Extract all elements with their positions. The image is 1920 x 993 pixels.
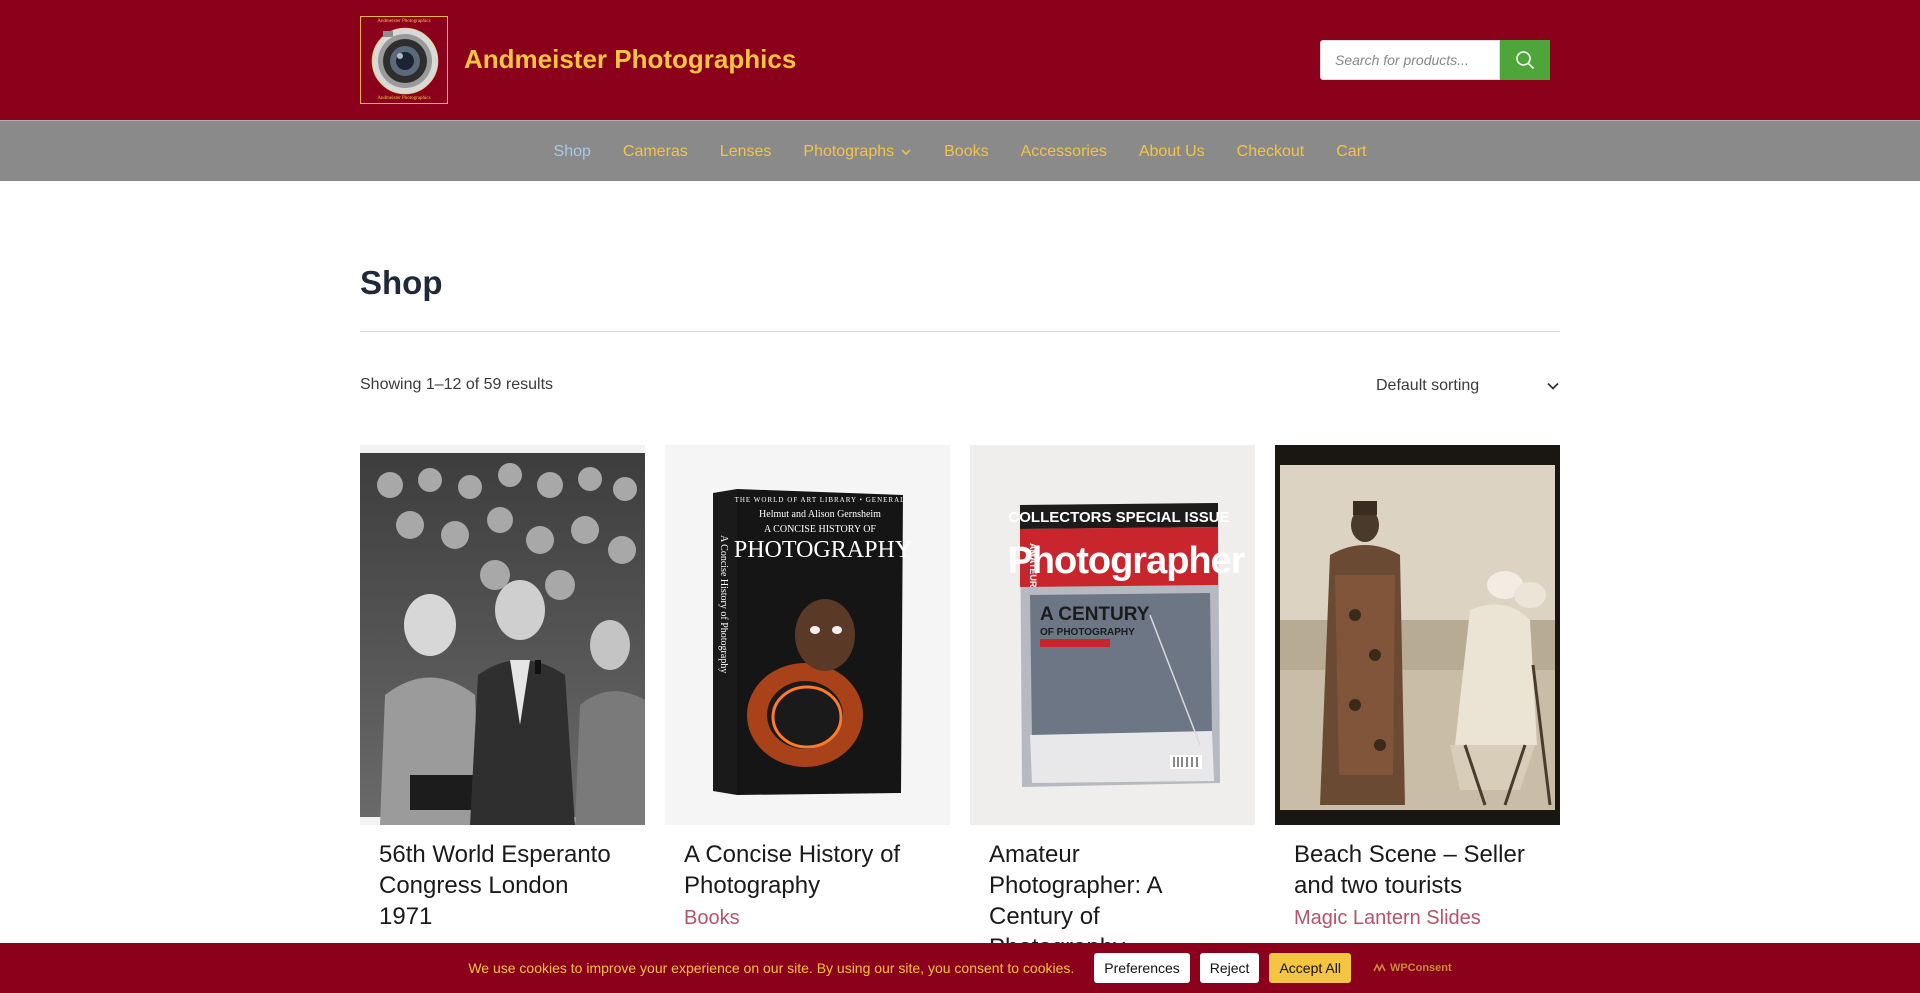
cookie-consent-bar: We use cookies to improve your experienc…	[0, 943, 1920, 993]
magazine-headline: A CENTURY	[1040, 604, 1150, 625]
sorting-select[interactable]: Default sorting	[1376, 372, 1560, 400]
product-card[interactable]: 56th World Esperanto Congress London 197…	[360, 445, 645, 932]
search-icon	[1516, 51, 1535, 70]
nav-item-about-us[interactable]: About Us	[1123, 143, 1221, 161]
nav-item-label: Cameras	[622, 142, 688, 160]
nav-item-cameras[interactable]: Cameras	[607, 143, 704, 161]
logo-top-text: Andmeister Photographics	[377, 19, 431, 24]
product-card[interactable]: Beach Scene – Seller and two tourists Ma…	[1275, 445, 1560, 930]
book-authors: Helmut and Alison Gernsheim	[759, 509, 881, 520]
nav-item-label: Checkout	[1236, 142, 1305, 160]
nav-item-cart[interactable]: Cart	[1320, 143, 1382, 161]
nav-item-label: About Us	[1138, 142, 1205, 160]
magazine-banner: COLLECTORS SPECIAL ISSUE	[1008, 509, 1229, 526]
book-subtitle: A CONCISE HISTORY OF	[764, 524, 876, 535]
site-title[interactable]: Andmeister Photographics	[464, 44, 796, 75]
search-button[interactable]	[1500, 40, 1550, 80]
cookie-accept-all-button[interactable]: Accept All	[1269, 953, 1351, 983]
title-divider	[360, 331, 1560, 332]
nav-item-books[interactable]: Books	[928, 143, 1004, 161]
product-title[interactable]: 56th World Esperanto Congress London 197…	[360, 825, 645, 932]
chevron-down-icon	[1547, 382, 1559, 390]
nav-item-label: Cart	[1336, 142, 1367, 160]
page-title: Shop	[360, 264, 443, 301]
nav-item-photographs[interactable]: Photographs	[787, 143, 928, 161]
product-category[interactable]: Books	[665, 901, 950, 930]
nav-item-checkout[interactable]: Checkout	[1221, 143, 1321, 161]
product-card[interactable]: THE WORLD OF ART LIBRARY • GENERAL Helmu…	[665, 445, 950, 930]
camera-lens-icon	[371, 27, 439, 95]
magazine-subheadline: OF PHOTOGRAPHY	[1040, 627, 1135, 638]
book-title: PHOTOGRAPHY	[734, 537, 912, 563]
book-spine-text: A Concise History of Photography	[718, 535, 729, 673]
magazine-masthead: Photographer	[1007, 540, 1245, 582]
product-image[interactable]	[1275, 445, 1560, 825]
site-logo[interactable]: Andmeister Photographics Andmeister Phot…	[360, 16, 448, 104]
product-image[interactable]: THE WORLD OF ART LIBRARY • GENERAL Helmu…	[665, 445, 950, 825]
chevron-down-icon	[901, 148, 911, 155]
nav-item-label: Shop	[553, 142, 591, 160]
wpconsent-brand[interactable]: WPConsent	[1373, 962, 1452, 974]
product-search-input[interactable]	[1320, 40, 1500, 80]
product-category[interactable]: Magic Lantern Slides	[1275, 901, 1560, 930]
nav-item-label: Lenses	[719, 142, 772, 160]
wpconsent-brand-label: WPConsent	[1389, 962, 1452, 974]
sorting-label: Default sorting	[1376, 377, 1480, 394]
nav-item-label: Accessories	[1020, 142, 1107, 160]
cookie-preferences-button[interactable]: Preferences	[1094, 953, 1190, 983]
logo-bottom-text: Andmeister Photographics	[377, 96, 431, 101]
book-series: THE WORLD OF ART LIBRARY • GENERAL	[735, 496, 906, 504]
cookie-reject-button[interactable]: Reject	[1199, 953, 1260, 983]
primary-navigation: Shop Cameras Lenses Photographs Books Accesso…	[0, 120, 1920, 181]
nav-item-shop[interactable]: Shop	[538, 143, 607, 161]
product-card[interactable]: COLLECTORS SPECIAL ISSUE AMATEUR Photogr…	[970, 445, 1255, 963]
nav-item-label: Photographs	[803, 142, 895, 160]
nav-item-accessories[interactable]: Accessories	[1005, 143, 1123, 161]
nav-item-label: Books	[944, 142, 989, 160]
product-image[interactable]	[360, 445, 645, 825]
product-title[interactable]: Beach Scene – Seller and two tourists	[1275, 825, 1560, 901]
wpconsent-logo-icon	[1373, 963, 1386, 972]
site-header: Andmeister Photographics Andmeister Phot…	[0, 0, 1920, 120]
result-count: Showing 1–12 of 59 results	[360, 376, 554, 393]
cookie-message: We use cookies to improve your experienc…	[468, 960, 1075, 976]
product-title[interactable]: A Concise History of Photography	[665, 825, 950, 901]
product-image[interactable]: COLLECTORS SPECIAL ISSUE AMATEUR Photogr…	[970, 445, 1255, 825]
nav-item-lenses[interactable]: Lenses	[704, 143, 788, 161]
